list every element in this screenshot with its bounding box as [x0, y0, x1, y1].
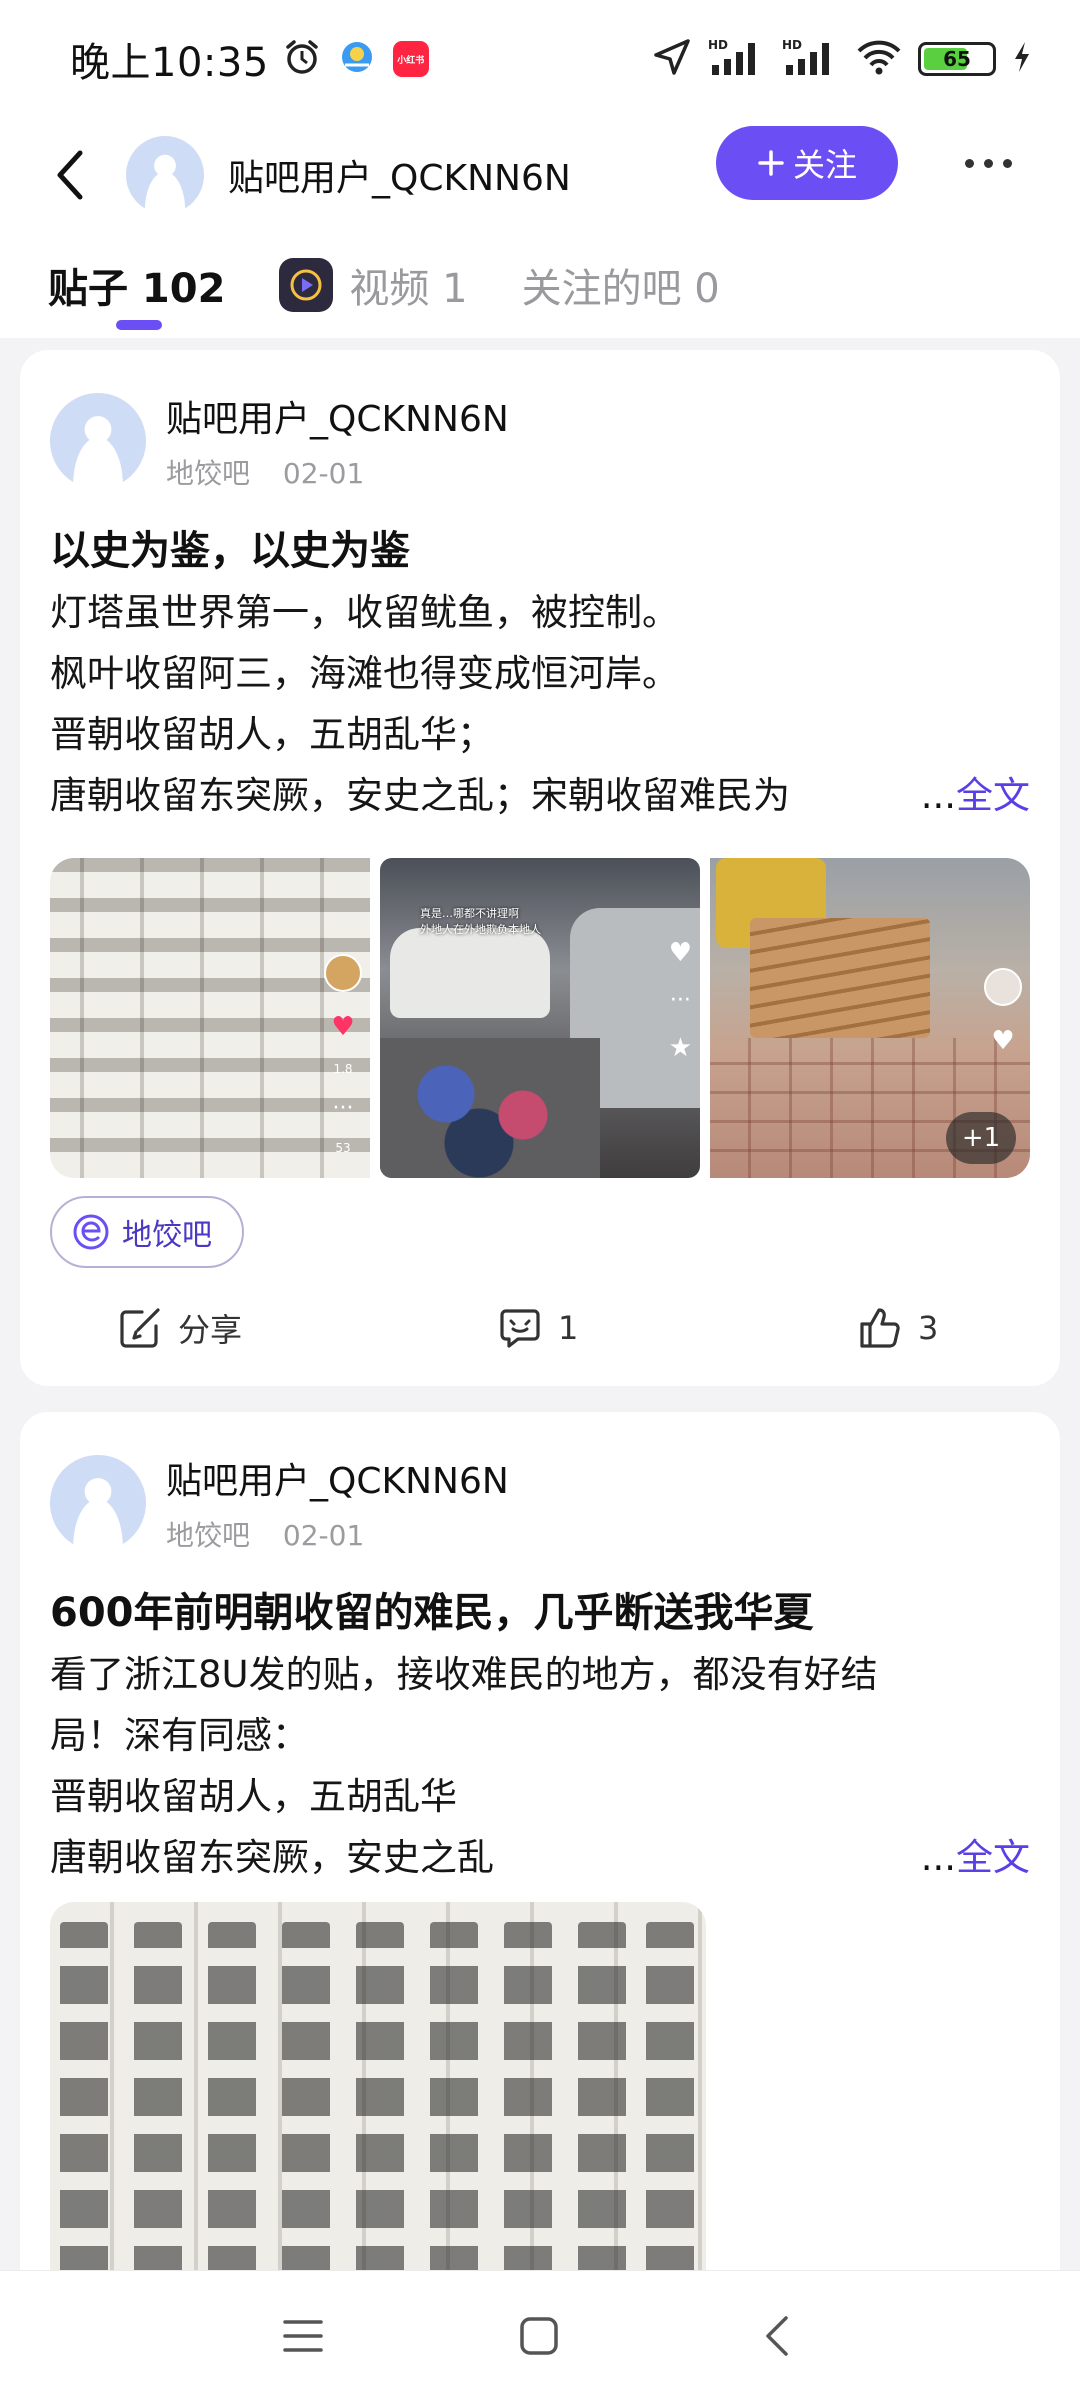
read-more-link[interactable]: ...全文 [908, 1827, 1030, 1888]
heart-icon: ♥ [991, 1026, 1015, 1056]
svg-text:HD: HD [708, 38, 728, 52]
menu-button[interactable] [268, 2301, 338, 2371]
more-icon [964, 158, 974, 168]
tab-videos[interactable]: 视频 1 [279, 232, 468, 338]
post-actions: 分享 1 3 [20, 1298, 1060, 1358]
avatar [324, 954, 362, 992]
comment-icon [500, 1309, 540, 1348]
back-arrow-icon [57, 150, 83, 200]
more-images-badge[interactable]: +1 [946, 1112, 1016, 1164]
post-author: 贴吧用户_QCKNN6N 地饺吧 02-01 [50, 1452, 509, 1554]
share-icon [120, 1308, 160, 1348]
post-images: ♥ 1.8 ··· 53 真是…哪都不讲理啊 外地人在外地欺负本地人 ♥ ···… [50, 858, 1030, 1178]
app-badge-icon: 小红书 [392, 41, 429, 77]
avatar[interactable] [50, 393, 146, 489]
forum-icon [73, 1214, 109, 1250]
share-button[interactable]: 分享 [118, 1305, 242, 1351]
author-name: 贴吧用户_QCKNN6N [166, 399, 509, 440]
post-forum: 地饺吧 [166, 1519, 251, 1552]
system-nav-bar [0, 2270, 1080, 2400]
home-icon [520, 2317, 558, 2355]
post-forum: 地饺吧 [166, 457, 251, 490]
tab-posts[interactable]: 贴子 102 [48, 232, 225, 338]
image-overlay-text: 真是…哪都不讲理啊 外地人在外地欺负本地人 [420, 907, 541, 936]
post-line: 枫叶收留阿三，海滩也得变成恒河岸。 [50, 652, 679, 695]
post-body: 看了浙江8U发的贴，接收难民的地方，都没有好结 局！深有同感： 晋朝收留胡人，五… [50, 1644, 1030, 1888]
post-line: 灯塔虽世界第一，收留鱿鱼，被控制。 [50, 591, 679, 634]
avatar[interactable] [50, 1455, 146, 1551]
tab-bar: 贴子 102 视频 1 关注的吧 0 [0, 232, 1080, 338]
menu-icon [283, 2320, 323, 2352]
post-image[interactable]: ♥ +1 [710, 858, 1030, 1178]
post-meta: 地饺吧 02-01 [166, 1514, 509, 1554]
heart-icon: ♥ [668, 938, 692, 968]
heart-icon: ♥ [331, 1012, 355, 1042]
tab-followed-forums[interactable]: 关注的吧 0 [522, 232, 720, 338]
comment-icon: ··· [669, 988, 691, 1013]
status-bar: 晚上10:35 小红书 HD HD 65 [0, 0, 1080, 118]
back-button[interactable] [24, 118, 114, 232]
post-body: 灯塔虽世界第一，收留鱿鱼，被控制。 枫叶收留阿三，海滩也得变成恒河岸。 晋朝收留… [50, 582, 1030, 826]
header-username: 贴吧用户_QCKNN6N [228, 158, 571, 199]
post-image[interactable]: 真是…哪都不讲理啊 外地人在外地欺负本地人 ♥ ··· ★ [380, 858, 700, 1178]
wifi-icon [856, 38, 902, 80]
home-button[interactable] [504, 2301, 574, 2371]
video-icon [279, 258, 334, 312]
post-line: 唐朝收留东突厥，安史之乱 [50, 1836, 494, 1879]
tab-indicator [116, 320, 162, 330]
post-card[interactable]: 贴吧用户_QCKNN6N 地饺吧 02-01 600年前明朝收留的难民，几乎断送… [20, 1412, 1060, 2270]
avatar[interactable] [126, 136, 204, 214]
star-icon: ★ [668, 1033, 692, 1063]
avatar [984, 968, 1022, 1006]
post-date: 02-01 [282, 1519, 365, 1552]
post-line: 局！深有同感： [50, 1714, 309, 1757]
location-icon [652, 37, 692, 81]
post-meta: 地饺吧 02-01 [166, 452, 509, 492]
comment-button[interactable]: 1 [498, 1306, 578, 1350]
battery-icon: 65 [918, 42, 996, 76]
comment-icon: ··· [332, 1096, 354, 1121]
svg-text:HD: HD [782, 38, 802, 52]
post-date: 02-01 [282, 457, 365, 490]
follow-button[interactable]: 关注 [716, 126, 898, 200]
post-line: 晋朝收留胡人，五胡乱华 [50, 1775, 457, 1818]
post-title: 以史为鉴，以史为鉴 [50, 528, 410, 574]
post-image[interactable] [50, 1902, 706, 2270]
charging-icon [1012, 40, 1032, 78]
profile-header: 贴吧用户_QCKNN6N 关注 [0, 118, 1080, 232]
post-feed: 贴吧用户_QCKNN6N 地饺吧 02-01 以史为鉴，以史为鉴 灯塔虽世界第一… [0, 338, 1080, 2270]
status-time: 晚上10:35 [70, 40, 269, 86]
more-options-button[interactable] [958, 138, 1018, 188]
like-button[interactable]: 3 [858, 1306, 938, 1350]
post-line: 唐朝收留东突厥，安史之乱；宋朝收留难民为 [50, 774, 790, 817]
post-line: 晋朝收留胡人，五胡乱华； [50, 713, 494, 756]
back-nav-button[interactable] [742, 2301, 812, 2371]
post-card[interactable]: 贴吧用户_QCKNN6N 地饺吧 02-01 以史为鉴，以史为鉴 灯塔虽世界第一… [20, 350, 1060, 1386]
signal-hd-icon: HD [782, 37, 840, 81]
back-icon [766, 2316, 788, 2356]
app-icon [339, 39, 375, 79]
signal-hd-icon: HD [708, 37, 766, 81]
alarm-icon [283, 38, 321, 80]
post-line: 看了浙江8U发的贴，接收难民的地方，都没有好结 [50, 1653, 878, 1696]
post-author: 贴吧用户_QCKNN6N 地饺吧 02-01 [50, 390, 509, 492]
forum-tag[interactable]: 地饺吧 [50, 1196, 244, 1268]
post-image[interactable]: ♥ 1.8 ··· 53 [50, 858, 370, 1178]
plus-icon [758, 150, 784, 176]
post-title: 600年前明朝收留的难民，几乎断送我华夏 [50, 1590, 814, 1636]
read-more-link[interactable]: ...全文 [908, 765, 1030, 826]
thumbs-up-icon [860, 1308, 900, 1348]
author-name: 贴吧用户_QCKNN6N [166, 1461, 509, 1502]
